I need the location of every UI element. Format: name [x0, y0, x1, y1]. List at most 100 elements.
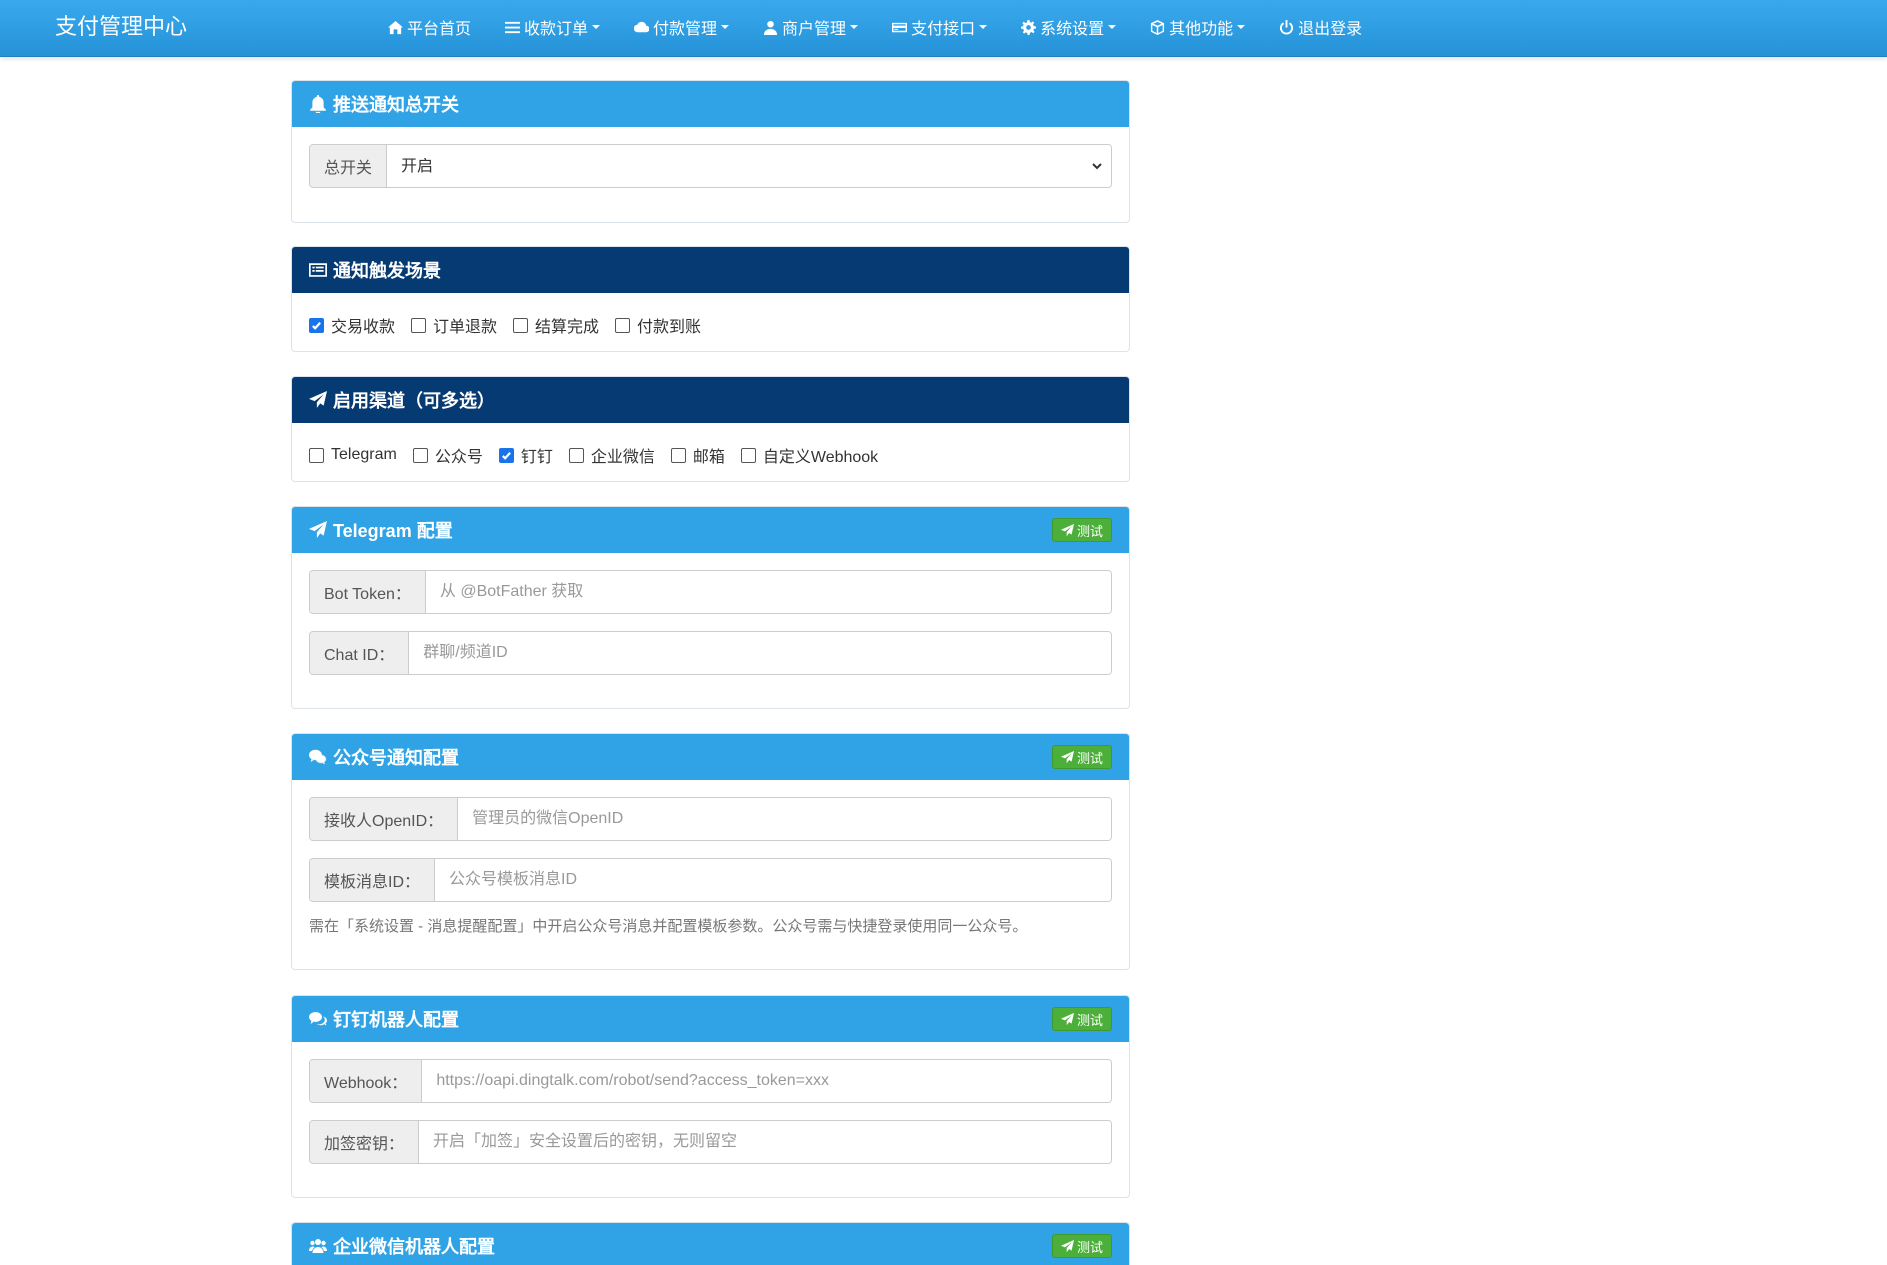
wechat-icon — [309, 749, 327, 765]
checkbox-unchecked[interactable] — [670, 447, 686, 463]
panel-heading: 启用渠道（可多选） — [292, 377, 1129, 423]
checkbox-payout-arrived[interactable]: 付款到账 — [615, 313, 701, 337]
nav-item-gateways[interactable]: 支付接口 — [892, 0, 988, 54]
template-id-input[interactable] — [435, 859, 1111, 901]
panel-title: Telegram 配置 — [333, 521, 453, 541]
panel-title: 钉钉机器人配置 — [333, 1010, 459, 1030]
webhook-group: Webhook： — [309, 1059, 1112, 1103]
checkbox-unchecked[interactable] — [615, 317, 631, 333]
checkbox-label: 交易收款 — [331, 319, 396, 336]
caret-down-icon — [850, 25, 859, 29]
test-button-label: 测试 — [1076, 523, 1103, 539]
checkbox-checked[interactable] — [498, 447, 514, 463]
checkbox-label: 企业微信 — [590, 449, 655, 466]
webhook-label: Webhook： — [310, 1060, 423, 1102]
openid-group: 接收人OpenID： — [309, 797, 1112, 841]
bot-token-label: Bot Token： — [310, 571, 426, 613]
checkbox-custom-webhook[interactable]: 自定义Webhook — [740, 443, 878, 467]
template-id-group: 模板消息ID： — [309, 858, 1112, 902]
caret-down-icon — [1108, 25, 1117, 29]
checkbox-unchecked[interactable] — [412, 447, 428, 463]
secret-input[interactable] — [419, 1121, 1111, 1163]
nav-label: 商户管理 — [782, 21, 847, 38]
users-icon — [309, 1239, 327, 1253]
telegram-test-button[interactable]: 测试 — [1051, 518, 1112, 542]
checkbox-order-refund[interactable]: 订单退款 — [411, 313, 497, 337]
check-icon — [501, 451, 511, 460]
panel-title: 企业微信机器人配置 — [333, 1237, 495, 1257]
checkbox-unchecked[interactable] — [411, 317, 427, 333]
nav-item-more[interactable]: 其他功能 — [1150, 0, 1246, 54]
trigger-checkboxes: 交易收款 订单退款 结算完成 付款到账 — [292, 293, 1129, 357]
dingtalk-test-button[interactable]: 测试 — [1051, 1007, 1112, 1031]
wechat-config-panel: 公众号通知配置 测试 接收人OpenID： 模板消息ID： 需在「系统设置 - … — [291, 733, 1130, 970]
credit-card-icon — [892, 22, 908, 32]
test-button-label: 测试 — [1076, 1012, 1103, 1028]
master-switch-label: 总开关 — [310, 145, 388, 187]
master-switch-select[interactable]: 开启 — [387, 145, 1111, 187]
nav-item-home[interactable]: 平台首页 — [388, 0, 471, 54]
bot-token-input[interactable] — [425, 571, 1111, 613]
nav-item-orders[interactable]: 收款订单 — [505, 0, 601, 54]
panel-heading: 企业微信机器人配置 测试 — [292, 1223, 1129, 1265]
wework-test-button[interactable]: 测试 — [1051, 1234, 1112, 1258]
checkbox-label: 钉钉 — [520, 449, 553, 466]
checkbox-telegram[interactable]: Telegram — [309, 446, 397, 464]
comments-icon — [309, 1012, 327, 1026]
check-icon — [312, 321, 321, 330]
wechat-test-button[interactable]: 测试 — [1051, 745, 1112, 769]
list-icon — [505, 21, 521, 33]
nav-item-logout[interactable]: 退出登录 — [1279, 0, 1362, 54]
wework-config-panel: 企业微信机器人配置 测试 — [291, 1222, 1130, 1265]
triggers-panel: 通知触发场景 交易收款 订单退款 结算完成 付款到账 — [291, 246, 1130, 352]
nav-item-payouts[interactable]: 付款管理 — [634, 0, 730, 54]
openid-label: 接收人OpenID： — [310, 798, 459, 840]
checkbox-dingtalk[interactable]: 钉钉 — [498, 443, 553, 467]
brand-title[interactable]: 支付管理中心 — [55, 0, 187, 54]
checkbox-unchecked[interactable] — [513, 317, 529, 333]
checkbox-wechat-official[interactable]: 公众号 — [412, 443, 483, 467]
openid-input[interactable] — [458, 798, 1111, 840]
caret-down-icon — [721, 25, 730, 29]
caret-down-icon — [1237, 25, 1246, 29]
nav-label: 退出登录 — [1298, 21, 1363, 38]
cube-icon — [1151, 19, 1165, 35]
nav-label: 收款订单 — [524, 21, 589, 38]
paper-plane-icon — [1060, 1012, 1074, 1025]
paper-plane-icon — [1060, 750, 1074, 763]
checkbox-label: 邮箱 — [692, 449, 725, 466]
checkbox-checked[interactable] — [309, 317, 324, 333]
checkbox-label: Telegram — [331, 446, 397, 463]
checkbox-unchecked[interactable] — [568, 447, 584, 463]
paper-plane-icon — [1060, 1239, 1074, 1252]
nav-label: 支付接口 — [911, 21, 976, 38]
nav-item-merchants[interactable]: 商户管理 — [763, 0, 859, 54]
top-navbar: 支付管理中心 平台首页 收款订单 付款管理 商户管理 支付接口 系统设置 其他功… — [0, 0, 1887, 57]
checkbox-label: 结算完成 — [535, 319, 600, 336]
webhook-input[interactable] — [422, 1060, 1111, 1102]
gear-icon — [1021, 19, 1037, 35]
checkbox-label: 订单退款 — [433, 319, 498, 336]
caret-down-icon — [979, 25, 988, 29]
test-button-label: 测试 — [1076, 750, 1103, 766]
checkbox-wework[interactable]: 企业微信 — [568, 443, 655, 467]
panel-heading: 公众号通知配置 测试 — [292, 734, 1129, 780]
channels-panel: 启用渠道（可多选） Telegram 公众号 钉钉 企业微信 邮箱 自定义Web… — [291, 376, 1130, 482]
panel-title: 启用渠道（可多选） — [333, 391, 495, 411]
home-icon — [388, 20, 403, 34]
checkbox-email[interactable]: 邮箱 — [670, 443, 725, 467]
paper-plane-icon — [309, 391, 327, 408]
checkbox-settlement-complete[interactable]: 结算完成 — [513, 313, 599, 337]
bell-icon — [310, 95, 326, 113]
master-switch-group: 总开关 开启 — [309, 144, 1112, 188]
test-button-label: 测试 — [1076, 1239, 1103, 1255]
nav-item-settings[interactable]: 系统设置 — [1021, 0, 1117, 54]
checkbox-unchecked[interactable] — [740, 447, 756, 463]
panel-heading: 通知触发场景 — [292, 247, 1129, 293]
list-alt-icon — [309, 263, 327, 277]
checkbox-unchecked[interactable] — [309, 447, 324, 463]
panel-title: 推送通知总开关 — [333, 95, 459, 115]
nav-menu: 平台首页 收款订单 付款管理 商户管理 支付接口 系统设置 其他功能 退出登录 — [388, 0, 1396, 54]
checkbox-trade-receipt[interactable]: 交易收款 — [309, 313, 395, 337]
chat-id-input[interactable] — [409, 632, 1111, 674]
